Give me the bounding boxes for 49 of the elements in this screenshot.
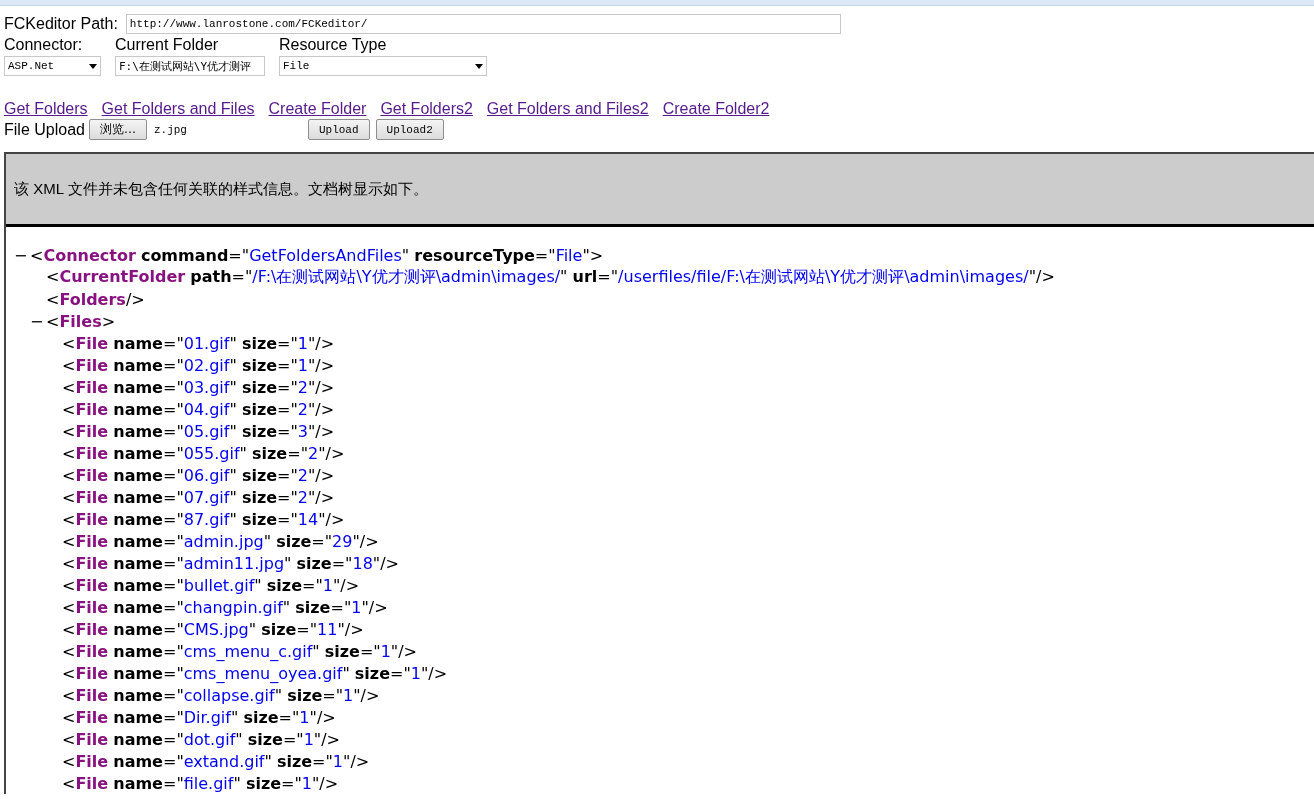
xml-element: <File name="cms_menu_c.gif" size="1"/>: [62, 641, 417, 661]
xml-element: <File name="03.gif" size="2"/>: [62, 377, 335, 397]
xml-element: <File name="file.gif" size="1"/>: [62, 773, 339, 793]
xml-element: <Files>: [46, 311, 116, 331]
xml-element: <File name="dot.gif" size="1"/>: [62, 729, 340, 749]
upload-button[interactable]: Upload2: [375, 119, 444, 140]
command-link[interactable]: Get Folders2: [380, 100, 473, 118]
xml-element: <File name="changpin.gif" size="1"/>: [62, 597, 388, 617]
xml-element: <Connector command="GetFoldersAndFiles" resourceType="File">: [30, 245, 604, 265]
xml-element: <File name="055.gif" size="2"/>: [62, 443, 345, 463]
collapse-toggle[interactable]: −: [14, 245, 26, 265]
xml-element: <Folders/>: [46, 289, 145, 309]
xml-element: <File name="bullet.gif" size="1"/>: [62, 575, 360, 595]
xml-element: <File name="87.gif" size="14"/>: [62, 509, 345, 529]
collapse-toggle[interactable]: −: [30, 311, 42, 331]
file-name: z.jpg: [153, 123, 188, 136]
connector-select[interactable]: ASP.Net: [4, 56, 101, 76]
xml-element: <File name="collapse.gif" size="1"/>: [62, 685, 380, 705]
xml-element: <File name="cms_menu_oyea.gif" size="1"/>: [62, 663, 448, 683]
resource-type-label: Resource Type: [279, 36, 388, 54]
resource-type-select[interactable]: File: [279, 56, 487, 76]
connector-label: Connector:: [4, 36, 84, 54]
xml-element: <File name="02.gif" size="1"/>: [62, 355, 335, 375]
caret-icon: [475, 63, 483, 69]
xml-element: <File name="07.gif" size="2"/>: [62, 487, 335, 507]
command-link[interactable]: Create Folder: [268, 100, 367, 118]
command-link[interactable]: Get Folders and Files2: [486, 100, 649, 118]
upload-button[interactable]: Upload: [307, 119, 370, 140]
notice-text: 该 XML 文件并未包含任何关联的样式信息。文档树显示如下。: [14, 179, 428, 199]
xml-element: <File name="admin.jpg" size="29"/>: [62, 531, 379, 551]
xml-element: <File name="05.gif" size="3"/>: [62, 421, 335, 441]
upload-label: File Upload: [4, 120, 85, 139]
caret-icon: [89, 63, 97, 69]
folder-label: Current Folder: [115, 36, 220, 54]
xml-element: <File name="01.gif" size="1"/>: [62, 333, 335, 353]
xml-element: <File name="CMS.jpg" size="11"/>: [62, 619, 364, 639]
browse-button[interactable]: 浏览…: [88, 119, 147, 140]
xml-element: <File name="extand.gif" size="1"/>: [62, 751, 370, 771]
command-link[interactable]: Get Folders: [4, 100, 88, 118]
xml-element: <CurrentFolder path="/F:\在测试网站\Y优才测评\admin\images/" url="/userfiles/file/F:\在测试网站\Y优才测评\admin\images/"/>: [46, 266, 1055, 288]
path-label: FCKeditor Path:: [4, 15, 118, 33]
folder-field[interactable]: F:\在测试网站\Y优才测评: [115, 56, 265, 76]
xml-element: <File name="admin11.jpg" size="18"/>: [62, 553, 399, 573]
xml-element: <File name="04.gif" size="2"/>: [62, 399, 335, 419]
command-link[interactable]: Create Folder2: [662, 100, 770, 118]
path-field[interactable]: http://www.lanrostone.com/FCKeditor/: [125, 14, 841, 34]
command-link[interactable]: Get Folders and Files: [101, 100, 255, 118]
xml-element: <File name="06.gif" size="2"/>: [62, 465, 335, 485]
xml-element: <File name="Dir.gif" size="1"/>: [62, 707, 336, 727]
